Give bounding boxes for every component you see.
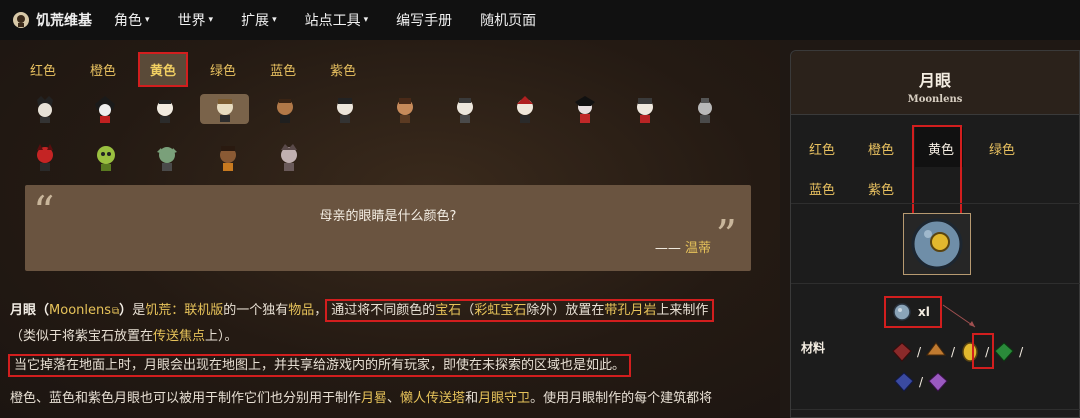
highlight-box-map: 当它掉落在地面上时，月眼会出现在地图上，并共享给游戏内的所有玩家，即使在未探索的…	[7, 354, 632, 377]
paragraph-map: 当它掉落在地面上时，月眼会出现在地图上，并共享给游戏内的所有玩家，即使在未探索的…	[7, 354, 632, 377]
tab-orange[interactable]: 橙色	[80, 54, 126, 85]
annotation-frame-gem	[972, 333, 994, 369]
nav-item-editing-guide[interactable]: 编写手册	[396, 10, 452, 30]
red-gem-icon[interactable]	[891, 341, 913, 363]
infobox-panel: 月眼 Moonlens 红色 橙色 黄色 绿色 蓝色 紫色 材料 xl / /	[790, 50, 1080, 418]
material-qty: xl	[918, 305, 930, 319]
item-image	[903, 213, 971, 275]
moonlens-icon	[911, 218, 963, 270]
quote-author-link[interactable]: 温蒂	[685, 241, 711, 256]
infobox-title: 月眼	[918, 71, 951, 90]
nav-item-site-tools[interactable]: 站点工具 ▾	[305, 10, 369, 30]
gem-row-2: /	[893, 371, 949, 393]
character-icon[interactable]	[80, 94, 129, 124]
green-gem-icon[interactable]	[993, 341, 1015, 363]
tab-red[interactable]: 红色	[20, 54, 66, 85]
infobox-subtitle: Moonlens	[907, 94, 963, 105]
lazy-deserter-link[interactable]: 懒人传送塔	[400, 391, 465, 406]
rainbow-gem-link[interactable]: 彩虹宝石	[474, 303, 526, 318]
telefocus-link[interactable]: 传送焦点	[153, 329, 205, 344]
character-icon[interactable]	[264, 142, 314, 172]
quote-author: —— 温蒂	[654, 241, 711, 256]
infobox-tab-red[interactable]: 红色	[809, 139, 835, 158]
main-content: 红色 橙色 黄色 绿色 蓝色 紫色 “ 母亲的眼睛是什么颜色? —— 温蒂 ” …	[0, 40, 780, 418]
gem-row-1: / / / /	[891, 341, 1027, 363]
materials-label: 材料	[801, 341, 826, 355]
game-link[interactable]: 饥荒：联机版	[145, 303, 223, 318]
top-nav: 饥荒维基 角色 ▾ 世界 ▾ 扩展 ▾ 站点工具 ▾ 编写手册 随机页面	[0, 0, 1080, 40]
tab-purple[interactable]: 紫色	[320, 54, 366, 85]
character-icon[interactable]	[620, 94, 669, 124]
chevron-down-icon: ▾	[145, 15, 150, 25]
tab-yellow[interactable]: 黄色	[138, 52, 189, 87]
color-tabs: 红色 橙色 黄色 绿色 蓝色 紫色	[20, 52, 380, 87]
character-icon[interactable]	[260, 94, 309, 124]
infobox-header: 月眼 Moonlens	[791, 51, 1079, 115]
chevron-down-icon: ▾	[208, 15, 214, 25]
character-icon[interactable]	[203, 142, 253, 172]
character-icon-selected[interactable]	[200, 94, 249, 124]
annotation-arrow-icon	[942, 304, 976, 328]
item-name: 月眼	[10, 303, 37, 318]
chevron-down-icon: ▾	[363, 15, 369, 25]
character-icon[interactable]	[320, 94, 369, 124]
item-category-link[interactable]: 物品	[288, 303, 314, 318]
character-icon[interactable]	[500, 94, 549, 124]
character-icon[interactable]	[142, 142, 192, 172]
quote-text: 母亲的眼睛是什么颜色?	[319, 209, 457, 224]
moon-eye-guard-link[interactable]: 月眼守卫	[478, 391, 530, 406]
purple-gem-icon[interactable]	[927, 371, 949, 393]
material-moonrock[interactable]: xl	[884, 296, 942, 328]
nav-item-expansions[interactable]: 扩展 ▾	[241, 10, 277, 30]
site-name[interactable]: 饥荒维基	[36, 10, 92, 30]
quote-box: “ 母亲的眼睛是什么颜色? —— 温蒂 ”	[25, 185, 751, 271]
wiki-logo-icon	[13, 12, 29, 28]
blue-gem-icon[interactable]	[893, 371, 915, 393]
paragraph-intro: 月眼（Moonlens⧉）是饥荒：联机版的一个独有物品， 通过将不同颜色的宝石（彩…	[10, 299, 715, 322]
orange-gem-icon[interactable]	[925, 341, 947, 363]
moon-rock-link[interactable]: 带孔月岩	[604, 303, 656, 318]
nav-item-random-page[interactable]: 随机页面	[480, 10, 536, 30]
infobox-tab-blue[interactable]: 蓝色	[809, 179, 835, 198]
chevron-down-icon: ▾	[272, 15, 277, 25]
gem-link[interactable]: 宝石	[435, 303, 461, 318]
site-logo[interactable]: 饥荒维基	[12, 10, 92, 30]
character-icon[interactable]	[20, 142, 70, 172]
infobox-tab-purple[interactable]: 紫色	[868, 179, 894, 198]
paragraph-uses: 橙色、蓝色和紫色月眼也可以被用于制作它们也分别用于制作月晷、懒人传送塔和月眼守卫…	[10, 391, 713, 406]
infobox-tab-orange[interactable]: 橙色	[868, 139, 894, 158]
english-name-link[interactable]: Moonlens	[49, 303, 111, 318]
moondial-link[interactable]: 月晷	[361, 391, 387, 406]
character-icon[interactable]	[81, 142, 131, 172]
tab-blue[interactable]: 蓝色	[260, 54, 306, 85]
divider	[791, 203, 1080, 204]
character-icon[interactable]	[140, 94, 189, 124]
divider	[791, 409, 1080, 410]
nav-item-characters[interactable]: 角色 ▾	[114, 10, 150, 30]
infobox-tab-green[interactable]: 绿色	[989, 139, 1015, 158]
highlight-box-crafting: 通过将不同颜色的宝石（彩虹宝石除外）放置在带孔月岩上来制作	[325, 299, 715, 322]
paragraph-intro-cont: （类似于将紫宝石放置在传送焦点上）。	[10, 329, 238, 344]
character-icon[interactable]	[680, 94, 729, 124]
character-icon[interactable]	[380, 94, 429, 124]
divider	[791, 283, 1080, 284]
character-icon[interactable]	[560, 94, 609, 124]
character-row	[20, 92, 740, 138]
tab-green[interactable]: 绿色	[200, 54, 246, 85]
character-icon[interactable]	[440, 94, 489, 124]
character-grid	[20, 92, 740, 188]
quote-close-mark: ”	[715, 211, 737, 260]
character-row	[20, 140, 740, 186]
moon-rock-icon	[893, 303, 911, 321]
character-icon[interactable]	[20, 94, 69, 124]
nav-item-world[interactable]: 世界 ▾	[178, 10, 214, 30]
